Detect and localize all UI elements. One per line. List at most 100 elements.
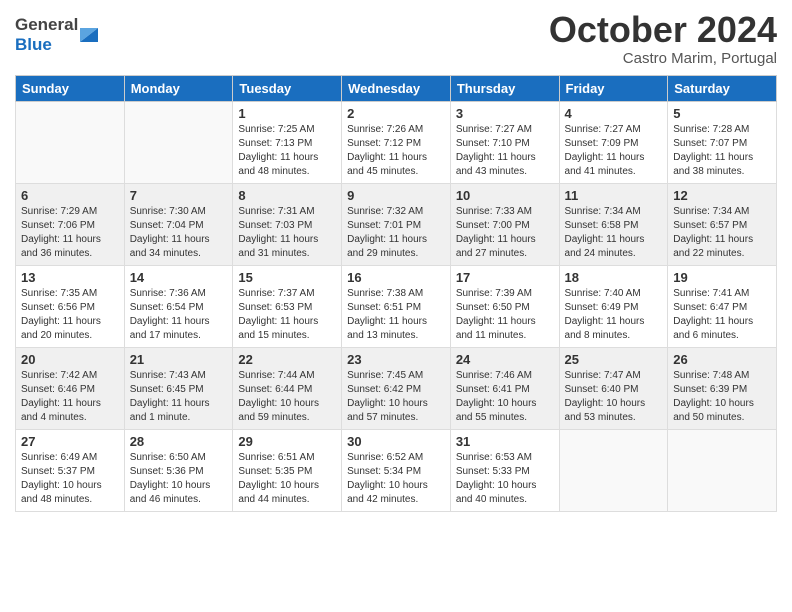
day-number: 8 bbox=[238, 188, 336, 203]
day-number: 16 bbox=[347, 270, 445, 285]
day-detail: Sunrise: 7:34 AM Sunset: 6:58 PM Dayligh… bbox=[565, 205, 663, 261]
page-container: General Blue October 2024 Castro Marim, … bbox=[0, 0, 792, 522]
table-row: 31 Sunrise: 6:53 AM Sunset: 5:33 PM Dayli… bbox=[450, 429, 559, 511]
day-number: 17 bbox=[456, 270, 554, 285]
table-row bbox=[559, 429, 668, 511]
table-row bbox=[16, 101, 125, 183]
day-number: 9 bbox=[347, 188, 445, 203]
calendar-week-row: 20 Sunrise: 7:42 AM Sunset: 6:46 PM Dayli… bbox=[16, 347, 777, 429]
table-row: 25 Sunrise: 7:47 AM Sunset: 6:40 PM Dayli… bbox=[559, 347, 668, 429]
calendar-week-row: 13Sunrise: 7:35 AM Sunset: 6:56 PM Dayli… bbox=[16, 265, 777, 347]
logo-text: General Blue bbox=[15, 15, 78, 54]
location-subtitle: Castro Marim, Portugal bbox=[549, 50, 777, 67]
table-row: 6 Sunrise: 7:29 AM Sunset: 7:06 PM Daylig… bbox=[16, 183, 125, 265]
col-sunday: Sunday bbox=[16, 75, 125, 101]
table-row: 17 Sunrise: 7:39 AM Sunset: 6:50 PM Dayli… bbox=[450, 265, 559, 347]
day-detail: Sunrise: 7:33 AM Sunset: 7:00 PM Dayligh… bbox=[456, 205, 554, 261]
table-row bbox=[124, 101, 233, 183]
day-detail: Sunrise: 7:35 AM Sunset: 6:56 PM Dayligh… bbox=[21, 287, 119, 343]
table-row: 29Sunrise: 6:51 AM Sunset: 5:35 PM Dayli… bbox=[233, 429, 342, 511]
table-row: 5Sunrise: 7:28 AM Sunset: 7:07 PM Daylig… bbox=[668, 101, 777, 183]
table-row: 8 Sunrise: 7:31 AM Sunset: 7:03 PM Daylig… bbox=[233, 183, 342, 265]
table-row: 20 Sunrise: 7:42 AM Sunset: 6:46 PM Dayli… bbox=[16, 347, 125, 429]
day-detail: Sunrise: 7:27 AM Sunset: 7:09 PM Dayligh… bbox=[565, 123, 663, 179]
calendar-week-row: 1 Sunrise: 7:25 AM Sunset: 7:13 PM Daylig… bbox=[16, 101, 777, 183]
day-detail: Sunrise: 7:40 AM Sunset: 6:49 PM Dayligh… bbox=[565, 287, 663, 343]
day-detail: Sunrise: 7:31 AM Sunset: 7:03 PM Dayligh… bbox=[238, 205, 336, 261]
header: General Blue October 2024 Castro Marim, … bbox=[15, 10, 777, 67]
day-detail: Sunrise: 7:29 AM Sunset: 7:06 PM Dayligh… bbox=[21, 205, 119, 261]
day-number: 31 bbox=[456, 434, 554, 449]
table-row bbox=[668, 429, 777, 511]
table-row: 19Sunrise: 7:41 AM Sunset: 6:47 PM Dayli… bbox=[668, 265, 777, 347]
day-number: 22 bbox=[238, 352, 336, 367]
day-detail: Sunrise: 7:34 AM Sunset: 6:57 PM Dayligh… bbox=[673, 205, 771, 261]
day-detail: Sunrise: 6:49 AM Sunset: 5:37 PM Dayligh… bbox=[21, 451, 119, 507]
day-detail: Sunrise: 7:42 AM Sunset: 6:46 PM Dayligh… bbox=[21, 369, 119, 425]
day-detail: Sunrise: 7:39 AM Sunset: 6:50 PM Dayligh… bbox=[456, 287, 554, 343]
table-row: 27Sunrise: 6:49 AM Sunset: 5:37 PM Dayli… bbox=[16, 429, 125, 511]
day-number: 1 bbox=[238, 106, 336, 121]
table-row: 12 Sunrise: 7:34 AM Sunset: 6:57 PM Dayli… bbox=[668, 183, 777, 265]
col-friday: Friday bbox=[559, 75, 668, 101]
table-row: 15Sunrise: 7:37 AM Sunset: 6:53 PM Dayli… bbox=[233, 265, 342, 347]
day-number: 18 bbox=[565, 270, 663, 285]
day-detail: Sunrise: 7:28 AM Sunset: 7:07 PM Dayligh… bbox=[673, 123, 771, 179]
table-row: 1 Sunrise: 7:25 AM Sunset: 7:13 PM Daylig… bbox=[233, 101, 342, 183]
day-detail: Sunrise: 7:47 AM Sunset: 6:40 PM Dayligh… bbox=[565, 369, 663, 425]
logo-general: General bbox=[15, 15, 78, 35]
day-detail: Sunrise: 7:32 AM Sunset: 7:01 PM Dayligh… bbox=[347, 205, 445, 261]
day-detail: Sunrise: 7:36 AM Sunset: 6:54 PM Dayligh… bbox=[130, 287, 228, 343]
table-row: 18 Sunrise: 7:40 AM Sunset: 6:49 PM Dayli… bbox=[559, 265, 668, 347]
calendar-week-row: 6 Sunrise: 7:29 AM Sunset: 7:06 PM Daylig… bbox=[16, 183, 777, 265]
day-number: 25 bbox=[565, 352, 663, 367]
col-tuesday: Tuesday bbox=[233, 75, 342, 101]
col-saturday: Saturday bbox=[668, 75, 777, 101]
table-row: 13Sunrise: 7:35 AM Sunset: 6:56 PM Dayli… bbox=[16, 265, 125, 347]
calendar-week-row: 27Sunrise: 6:49 AM Sunset: 5:37 PM Dayli… bbox=[16, 429, 777, 511]
day-number: 20 bbox=[21, 352, 119, 367]
table-row: 16 Sunrise: 7:38 AM Sunset: 6:51 PM Dayli… bbox=[342, 265, 451, 347]
day-detail: Sunrise: 7:46 AM Sunset: 6:41 PM Dayligh… bbox=[456, 369, 554, 425]
day-number: 7 bbox=[130, 188, 228, 203]
day-detail: Sunrise: 7:44 AM Sunset: 6:44 PM Dayligh… bbox=[238, 369, 336, 425]
day-detail: Sunrise: 6:52 AM Sunset: 5:34 PM Dayligh… bbox=[347, 451, 445, 507]
day-detail: Sunrise: 6:53 AM Sunset: 5:33 PM Dayligh… bbox=[456, 451, 554, 507]
day-number: 6 bbox=[21, 188, 119, 203]
day-number: 4 bbox=[565, 106, 663, 121]
day-number: 3 bbox=[456, 106, 554, 121]
table-row: 2 Sunrise: 7:26 AM Sunset: 7:12 PM Daylig… bbox=[342, 101, 451, 183]
day-detail: Sunrise: 7:43 AM Sunset: 6:45 PM Dayligh… bbox=[130, 369, 228, 425]
day-detail: Sunrise: 7:45 AM Sunset: 6:42 PM Dayligh… bbox=[347, 369, 445, 425]
table-row: 7 Sunrise: 7:30 AM Sunset: 7:04 PM Daylig… bbox=[124, 183, 233, 265]
table-row: 11Sunrise: 7:34 AM Sunset: 6:58 PM Dayli… bbox=[559, 183, 668, 265]
day-number: 14 bbox=[130, 270, 228, 285]
col-thursday: Thursday bbox=[450, 75, 559, 101]
table-row: 3Sunrise: 7:27 AM Sunset: 7:10 PM Daylig… bbox=[450, 101, 559, 183]
table-row: 4 Sunrise: 7:27 AM Sunset: 7:09 PM Daylig… bbox=[559, 101, 668, 183]
day-detail: Sunrise: 7:26 AM Sunset: 7:12 PM Dayligh… bbox=[347, 123, 445, 179]
day-detail: Sunrise: 7:48 AM Sunset: 6:39 PM Dayligh… bbox=[673, 369, 771, 425]
day-detail: Sunrise: 7:30 AM Sunset: 7:04 PM Dayligh… bbox=[130, 205, 228, 261]
day-number: 28 bbox=[130, 434, 228, 449]
day-detail: Sunrise: 7:37 AM Sunset: 6:53 PM Dayligh… bbox=[238, 287, 336, 343]
calendar-table: Sunday Monday Tuesday Wednesday Thursday… bbox=[15, 75, 777, 512]
table-row: 10Sunrise: 7:33 AM Sunset: 7:00 PM Dayli… bbox=[450, 183, 559, 265]
day-number: 30 bbox=[347, 434, 445, 449]
col-monday: Monday bbox=[124, 75, 233, 101]
calendar-header-row: Sunday Monday Tuesday Wednesday Thursday… bbox=[16, 75, 777, 101]
title-block: October 2024 Castro Marim, Portugal bbox=[549, 10, 777, 67]
day-detail: Sunrise: 6:50 AM Sunset: 5:36 PM Dayligh… bbox=[130, 451, 228, 507]
day-number: 12 bbox=[673, 188, 771, 203]
day-detail: Sunrise: 7:38 AM Sunset: 6:51 PM Dayligh… bbox=[347, 287, 445, 343]
table-row: 23 Sunrise: 7:45 AM Sunset: 6:42 PM Dayli… bbox=[342, 347, 451, 429]
day-number: 2 bbox=[347, 106, 445, 121]
day-detail: Sunrise: 7:25 AM Sunset: 7:13 PM Dayligh… bbox=[238, 123, 336, 179]
table-row: 9 Sunrise: 7:32 AM Sunset: 7:01 PM Daylig… bbox=[342, 183, 451, 265]
logo: General Blue bbox=[15, 15, 98, 54]
month-title: October 2024 bbox=[549, 10, 777, 50]
table-row: 14 Sunrise: 7:36 AM Sunset: 6:54 PM Dayli… bbox=[124, 265, 233, 347]
logo-blue: Blue bbox=[15, 35, 78, 55]
table-row: 30 Sunrise: 6:52 AM Sunset: 5:34 PM Dayli… bbox=[342, 429, 451, 511]
day-number: 23 bbox=[347, 352, 445, 367]
